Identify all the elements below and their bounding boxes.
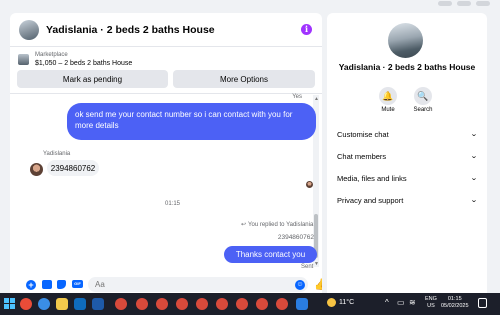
sender-avatar[interactable] <box>30 163 43 176</box>
chrome-icon[interactable] <box>196 298 208 310</box>
windows-start-icon[interactable] <box>4 298 16 310</box>
language-indicator[interactable]: ENG US <box>425 296 437 310</box>
listing-card[interactable]: Marketplace $1,050 – 2 beds 2 baths Hous… <box>10 49 322 69</box>
section-label: Media, files and links <box>337 173 407 183</box>
copilot-icon[interactable] <box>20 298 32 310</box>
listing-thumbnail <box>18 53 29 65</box>
chevron-down-icon: ⌄ <box>470 153 478 160</box>
section-label: Chat members <box>337 151 387 161</box>
scroll-up-icon[interactable]: ▲ <box>314 96 319 102</box>
gif-icon[interactable]: GIF <box>72 280 83 288</box>
incoming-message[interactable]: 2394860762 <box>47 160 99 176</box>
keyboard-layout: US <box>427 303 435 309</box>
section-privacy-support[interactable]: Privacy and support ⌄ <box>337 193 478 207</box>
chrome-icon[interactable] <box>156 298 168 310</box>
section-label: Customise chat <box>337 129 389 139</box>
reply-icon: ↩ <box>241 222 247 228</box>
chat-panel: Yadislania · 2 beds 2 baths House i Mark… <box>10 13 322 293</box>
chrome-icon[interactable] <box>216 298 228 310</box>
divider <box>10 93 322 94</box>
chat-header: Yadislania · 2 beds 2 baths House i <box>10 13 322 47</box>
mute-button[interactable]: 🔔 <box>379 87 397 105</box>
search-button[interactable]: 🔍 <box>414 87 432 105</box>
weather-temperature: 11°C <box>339 299 355 306</box>
chrome-icon[interactable] <box>236 298 248 310</box>
outlook-icon[interactable] <box>74 298 86 310</box>
file-explorer-icon[interactable] <box>56 298 68 310</box>
app-icon[interactable] <box>296 298 308 310</box>
scroll-down-icon[interactable]: ▼ <box>314 261 319 267</box>
listing-summary: $1,050 – 2 beds 2 baths House <box>35 59 133 67</box>
image-icon[interactable] <box>42 280 52 289</box>
edge-icon[interactable] <box>38 298 50 310</box>
search-label: Search <box>413 107 433 113</box>
chrome-icon[interactable] <box>276 298 288 310</box>
clock-date: 05/02/2025 <box>441 303 469 309</box>
sticker-icon[interactable] <box>57 280 66 289</box>
notification-icon[interactable] <box>478 298 487 308</box>
messenger-window: Yadislania · 2 beds 2 baths House i Mark… <box>0 0 500 293</box>
chat-avatar[interactable] <box>19 19 39 40</box>
bell-icon: 🔔 <box>382 90 394 101</box>
listing-label: Marketplace <box>35 51 68 58</box>
section-label: Privacy and support <box>337 195 404 205</box>
wifi-icon[interactable]: ≋ <box>409 298 416 307</box>
plus-icon[interactable]: + <box>26 280 36 290</box>
more-options-button[interactable]: More Options <box>173 70 315 88</box>
clock-time: 01:15 <box>447 296 462 302</box>
search-icon: 🔍 <box>417 90 429 101</box>
app-icon[interactable] <box>115 298 127 310</box>
replied-text: You replied to Yadislania <box>248 221 314 228</box>
language-code: ENG <box>425 296 437 302</box>
previous-status: Yes <box>292 94 302 100</box>
outgoing-message[interactable]: Thanks contact you soon <box>224 246 317 270</box>
replied-note: ↩ You replied to Yadislania <box>241 221 314 229</box>
chevron-up-icon[interactable]: ^ <box>385 298 389 307</box>
chrome-icon[interactable] <box>176 298 188 310</box>
seen-avatar <box>306 181 313 188</box>
sent-status: Sent <box>301 264 314 270</box>
chrome-icon[interactable] <box>136 298 148 310</box>
weather-sun-icon <box>327 298 336 307</box>
conversation-avatar[interactable] <box>388 23 423 58</box>
section-customise-chat[interactable]: Customise chat ⌄ <box>337 127 478 141</box>
mute-label: Mute <box>381 107 395 113</box>
strip-tabs <box>438 1 490 6</box>
sender-name: Yadislania <box>43 151 71 157</box>
battery-icon[interactable]: ▭ <box>397 298 405 307</box>
chat-title[interactable]: Yadislania · 2 beds 2 baths House <box>46 24 215 36</box>
chevron-down-icon: ⌄ <box>470 197 478 204</box>
chevron-down-icon: ⌄ <box>470 131 478 138</box>
mark-pending-button[interactable]: Mark as pending <box>17 70 168 88</box>
info-icon[interactable]: i <box>301 24 312 35</box>
section-chat-members[interactable]: Chat members ⌄ <box>337 149 478 163</box>
thumbs-up-icon[interactable]: 👍 <box>314 278 322 291</box>
quoted-message[interactable]: 2394860762 <box>264 234 314 244</box>
conversation-title: Yadislania · 2 beds 2 baths House <box>338 62 476 72</box>
outgoing-message[interactable]: ok send me your contact number so i can … <box>67 103 316 140</box>
emoji-icon[interactable]: ☺ <box>295 280 305 290</box>
clock[interactable]: 01:15 05/02/2025 <box>441 296 469 310</box>
message-timestamp: 01:15 <box>165 201 181 207</box>
chrome-icon[interactable] <box>256 298 268 310</box>
chevron-down-icon: ⌄ <box>470 175 478 182</box>
message-input[interactable] <box>88 277 308 292</box>
store-icon[interactable] <box>92 298 104 310</box>
weather-widget[interactable]: 11°C <box>327 298 354 307</box>
top-strip <box>0 0 500 10</box>
conversation-details-panel: Yadislania · 2 beds 2 baths House 🔔 🔍 Mu… <box>327 13 487 293</box>
section-media-files-links[interactable]: Media, files and links ⌄ <box>337 171 478 185</box>
